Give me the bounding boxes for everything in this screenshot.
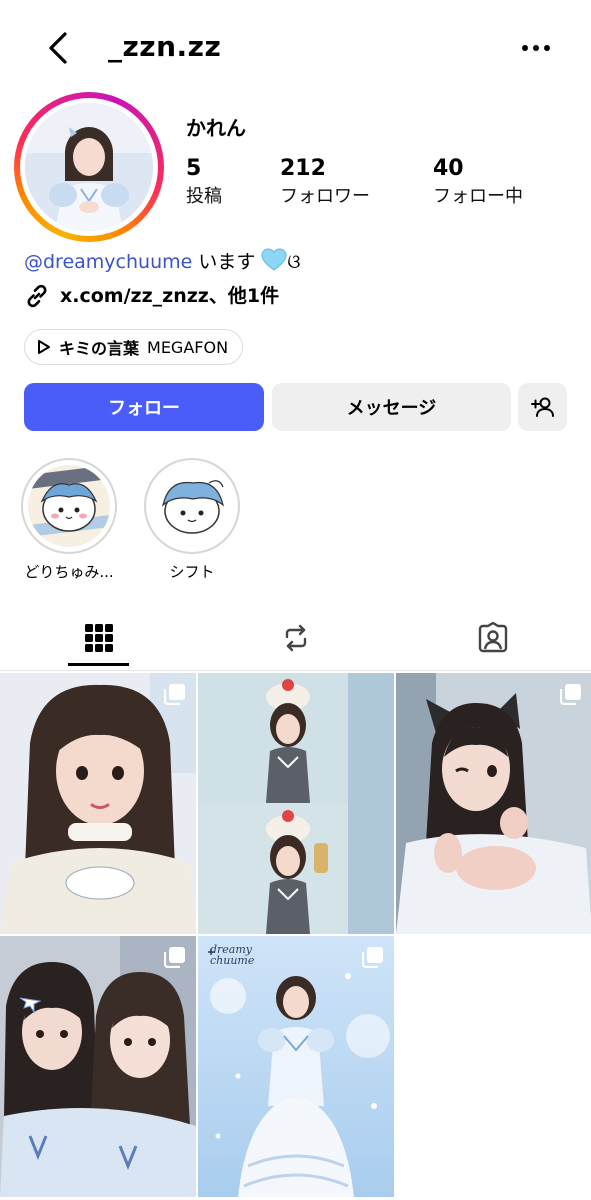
profile-tabs [0, 605, 591, 671]
profile-page: _zzn.zz かれん 5 投稿 212 フォロワー 40 フォロー中 @dre… [0, 0, 591, 1200]
highlight-label: どりちゅみ... [24, 563, 114, 581]
following-count-label: フォロー中 [433, 186, 523, 207]
followers-count-label: フォロワー [280, 186, 370, 207]
posts-count-label: 投稿 [186, 186, 222, 207]
highlight-item[interactable]: シフト [144, 458, 240, 582]
tab-grid[interactable] [0, 605, 197, 671]
music-artist: MEGAFON [147, 337, 229, 357]
light-blue-heart-icon [261, 248, 287, 271]
follow-button[interactable]: フォロー [24, 383, 264, 431]
music-song-title: キミの言葉 [59, 339, 140, 358]
highlight-item[interactable]: どりちゅみ... [21, 458, 117, 582]
add-user-icon [530, 397, 554, 417]
posts-count-value: 5 [186, 156, 202, 181]
tagged-user-icon [478, 622, 507, 653]
multiple-posts-icon [164, 684, 185, 705]
post-thumbnail[interactable] [396, 673, 591, 934]
followers-count-value: 212 [280, 156, 326, 181]
profile-music-button[interactable]: キミの言葉 MEGAFON [24, 329, 244, 365]
tab-reposts[interactable] [197, 605, 394, 671]
profile-link-text: x.com/zz_znzz、他1件 [60, 285, 280, 307]
multiple-posts-icon [560, 684, 581, 705]
ellipsis-icon [522, 45, 550, 51]
profile-link[interactable]: x.com/zz_znzz、他1件 [24, 282, 279, 310]
post-watermark-logo: dreamy chuume [210, 943, 255, 967]
back-button[interactable] [40, 28, 76, 68]
post-thumbnail[interactable] [0, 936, 196, 1197]
repost-icon [285, 624, 306, 652]
following-count-value: 40 [433, 156, 464, 181]
display-name: かれん [186, 116, 246, 140]
posts-count[interactable]: 5 投稿 [186, 156, 222, 210]
highlight-cover [28, 465, 110, 547]
more-options-button[interactable] [516, 30, 556, 66]
bio-emoji-tail: ଓ [287, 251, 301, 273]
avatar [25, 103, 153, 231]
bio-text: います [192, 251, 256, 273]
profile-username: _zzn.zz [108, 30, 222, 63]
play-icon [38, 340, 50, 354]
highlight-label: シフト [169, 563, 215, 581]
top-bar: _zzn.zz [0, 0, 591, 96]
chevron-left-icon [49, 32, 67, 64]
highlight-cover [151, 465, 233, 547]
multiple-posts-icon [362, 947, 383, 968]
following-count[interactable]: 40 フォロー中 [433, 156, 523, 210]
grid-icon [84, 624, 113, 652]
post-thumbnail[interactable] [198, 673, 394, 934]
bio: @dreamychuume います ଓ [24, 248, 301, 276]
bio-mention-link[interactable]: @dreamychuume [24, 251, 192, 273]
tab-tagged[interactable] [394, 605, 591, 671]
multiple-posts-icon [164, 947, 185, 968]
message-button[interactable]: メッセージ [272, 383, 511, 431]
link-icon [27, 284, 47, 308]
post-thumbnail[interactable] [0, 673, 196, 934]
profile-avatar-story-ring[interactable] [14, 92, 164, 242]
post-thumbnail[interactable]: dreamy chuume [198, 936, 394, 1197]
suggested-users-button[interactable] [518, 383, 567, 431]
active-tab-indicator [68, 663, 129, 666]
followers-count[interactable]: 212 フォロワー [280, 156, 370, 210]
